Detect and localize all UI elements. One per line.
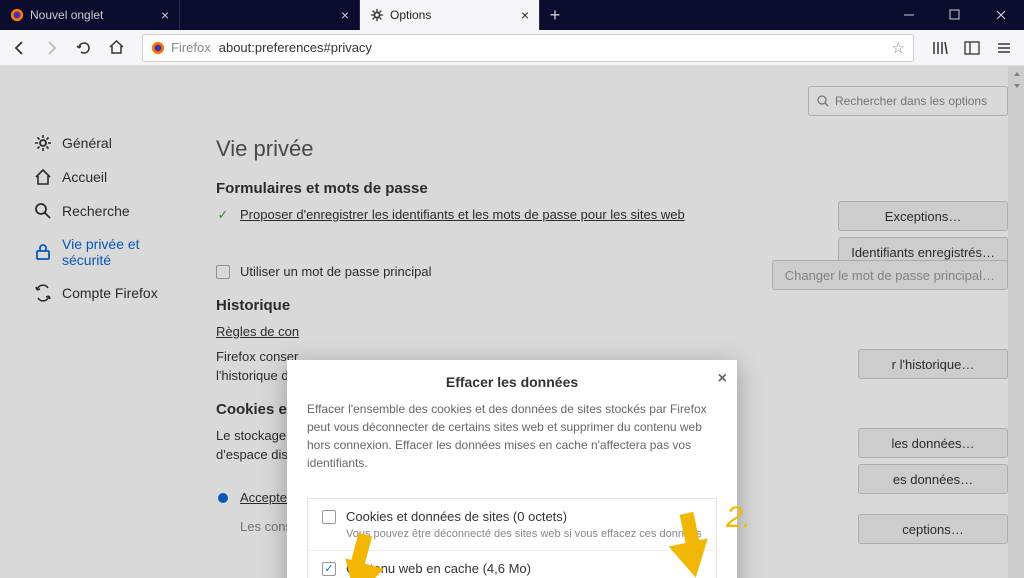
close-icon[interactable]: × bbox=[161, 7, 169, 23]
bookmark-star-icon[interactable]: ☆ bbox=[892, 39, 905, 57]
tab-title: Options bbox=[390, 8, 515, 22]
checkbox-checked-icon[interactable]: ✓ bbox=[322, 562, 336, 576]
annotation-arrow-icon bbox=[669, 538, 716, 578]
back-button[interactable] bbox=[6, 34, 34, 62]
dialog-close-button[interactable]: × bbox=[718, 370, 727, 388]
firefox-icon bbox=[10, 8, 24, 22]
close-icon[interactable]: × bbox=[341, 7, 349, 23]
maximize-button[interactable] bbox=[932, 0, 978, 30]
dialog-title: Effacer les données bbox=[446, 374, 578, 390]
browser-toolbar: Firefox about:preferences#privacy ☆ bbox=[0, 30, 1024, 66]
option-sublabel: Vous pouvez être déconnecté des sites we… bbox=[346, 528, 702, 540]
checkbox-empty-icon[interactable] bbox=[322, 510, 336, 524]
reload-button[interactable] bbox=[70, 34, 98, 62]
dialog-description: Effacer l'ensemble des cookies et des do… bbox=[287, 400, 737, 486]
url-text: about:preferences#privacy bbox=[219, 40, 892, 55]
option-label: Cookies et données de sites (0 octets) bbox=[346, 509, 567, 524]
new-tab-button[interactable]: + bbox=[540, 0, 570, 30]
close-icon[interactable]: × bbox=[521, 7, 529, 23]
browser-tab-active[interactable]: Options × bbox=[360, 0, 540, 30]
sidebar-icon[interactable] bbox=[958, 34, 986, 62]
url-brand: Firefox bbox=[171, 40, 211, 55]
preferences-page: Général Accueil Recherche Vie privée et … bbox=[0, 66, 1024, 578]
gear-icon bbox=[370, 8, 384, 22]
minimize-button[interactable] bbox=[886, 0, 932, 30]
browser-tab[interactable]: × bbox=[180, 0, 360, 30]
browser-tab[interactable]: Nouvel onglet × bbox=[0, 0, 180, 30]
tab-title: Nouvel onglet bbox=[30, 8, 155, 22]
home-button[interactable] bbox=[102, 34, 130, 62]
window-titlebar: Nouvel onglet × × Options × + bbox=[0, 0, 1024, 30]
annotation-number: 2. bbox=[726, 501, 751, 535]
firefox-icon bbox=[151, 41, 165, 55]
url-bar[interactable]: Firefox about:preferences#privacy ☆ bbox=[142, 34, 914, 62]
library-icon[interactable] bbox=[926, 34, 954, 62]
window-close-button[interactable] bbox=[978, 0, 1024, 30]
menu-button[interactable] bbox=[990, 34, 1018, 62]
forward-button[interactable] bbox=[38, 34, 66, 62]
